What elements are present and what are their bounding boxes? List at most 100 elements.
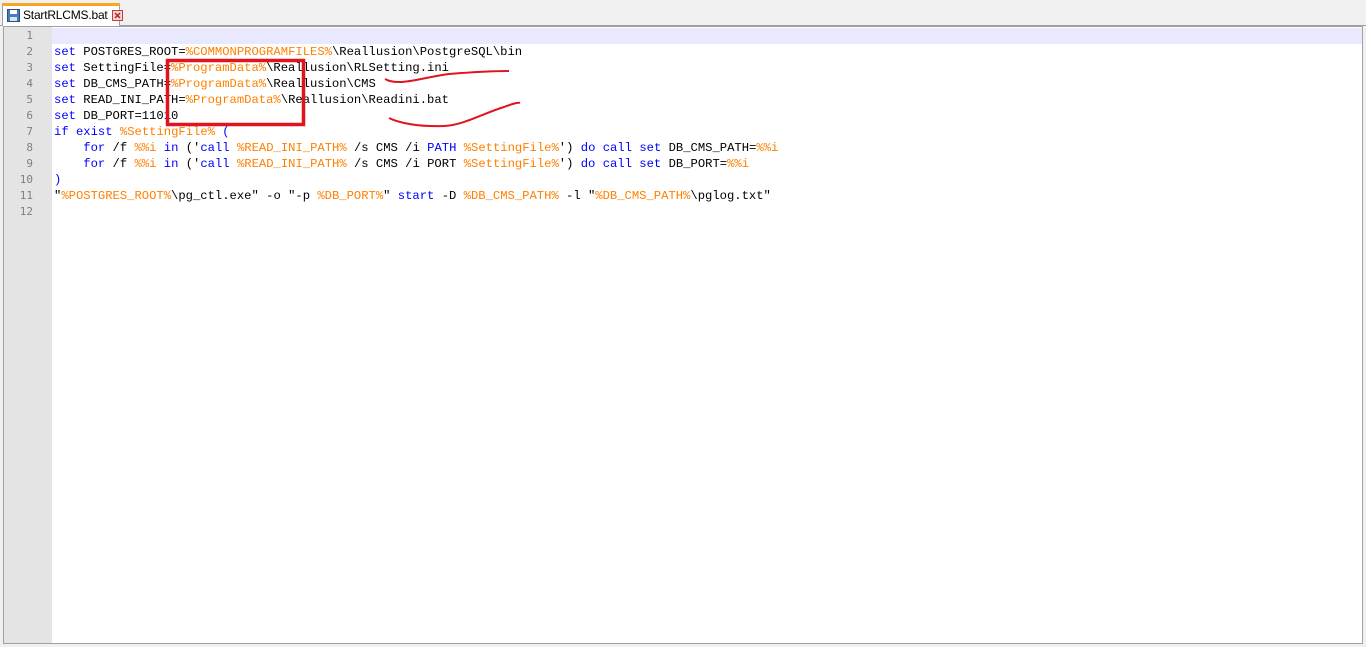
code-line[interactable]: set POSTGRES_ROOT=%COMMONPROGRAMFILES%\R…	[54, 44, 522, 60]
tab-title: StartRLCMS.bat	[23, 8, 108, 22]
code-text: \Reallusion\RLSetting.ini	[266, 61, 449, 75]
active-tab-indicator	[2, 3, 120, 6]
code-text: /s CMS /i PORT	[346, 157, 464, 171]
code-keyword: )	[54, 173, 62, 187]
code-keyword: (	[214, 125, 230, 139]
code-text: "	[383, 189, 398, 203]
line-number: 10	[19, 173, 33, 186]
code-line[interactable]: if exist %SettingFile% (	[54, 124, 230, 140]
code-text: ')	[558, 141, 581, 155]
code-variable: %%i	[756, 141, 779, 155]
code-variable: %%i	[134, 157, 157, 171]
code-text: -D	[434, 189, 464, 203]
code-variable: %%i	[134, 141, 157, 155]
code-line[interactable]: for /f %%i in ('call %READ_INI_PATH% /s …	[54, 140, 778, 156]
code-keyword: set	[639, 141, 662, 155]
line-number: 11	[19, 189, 33, 202]
line-number: 8	[26, 141, 33, 154]
code-keyword: call	[602, 141, 632, 155]
code-keyword: set	[54, 45, 76, 59]
code-text: -l "	[558, 189, 596, 203]
code-keyword: call	[602, 157, 632, 171]
code-text: DB_CMS_PATH=	[75, 77, 172, 91]
code-keyword: PATH	[427, 141, 457, 155]
code-line[interactable]: set READ_INI_PATH=%ProgramData%\Reallusi…	[54, 92, 449, 108]
code-text: READ_INI_PATH=	[75, 93, 186, 107]
tab-startrlcms[interactable]: StartRLCMS.bat	[2, 3, 123, 26]
code-variable: %SettingFile%	[463, 141, 559, 155]
code-line[interactable]: set SettingFile=%ProgramData%\Reallusion…	[54, 60, 449, 76]
code-line[interactable]: )	[54, 172, 61, 188]
code-variable: %READ_INI_PATH%	[236, 141, 347, 155]
code-keyword: set	[54, 109, 76, 123]
code-variable: %ProgramData%	[185, 93, 281, 107]
code-text: /f	[105, 141, 135, 155]
code-editor[interactable]: 1 2 3 4 5 6 7 8 9 10 11 12 set POSTGRES_ROOT=%COMMO…	[3, 26, 1363, 644]
code-keyword: set	[54, 61, 76, 75]
code-text: DB_PORT=11010	[75, 109, 179, 123]
code-text: \Reallusion\Readini.bat	[280, 93, 449, 107]
code-variable: %ProgramData%	[171, 61, 267, 75]
code-keyword: in	[163, 141, 179, 155]
line-number: 7	[26, 125, 33, 138]
line-number: 3	[26, 61, 33, 74]
floppy-save-icon	[7, 8, 20, 22]
code-text: SettingFile=	[75, 61, 172, 75]
code-keyword: set	[54, 93, 76, 107]
line-number: 1	[26, 29, 33, 42]
code-variable: %SettingFile%	[119, 125, 215, 139]
tab-bar: StartRLCMS.bat	[0, 0, 1366, 26]
code-keyword: if	[54, 125, 69, 139]
line-number-gutter: 1 2 3 4 5 6 7 8 9 10 11 12	[4, 27, 52, 643]
code-variable: %DB_CMS_PATH%	[463, 189, 559, 203]
code-text: /s CMS /i	[346, 141, 428, 155]
code-text: \pg_ctl.exe" -o "-p	[171, 189, 318, 203]
code-line[interactable]: set DB_CMS_PATH=%ProgramData%\Reallusion…	[54, 76, 376, 92]
code-text: /f	[105, 157, 135, 171]
code-text: \Reallusion\PostgreSQL\bin	[331, 45, 523, 59]
annotation-overlay	[165, 58, 521, 128]
code-keyword: set	[639, 157, 662, 171]
code-variable: %DB_PORT%	[317, 189, 384, 203]
code-variable: %READ_INI_PATH%	[236, 157, 347, 171]
code-keyword: for	[83, 157, 106, 171]
code-keyword: call	[200, 141, 230, 155]
code-variable: %COMMONPROGRAMFILES%	[185, 45, 332, 59]
code-variable: %%i	[727, 157, 750, 171]
code-keyword: set	[54, 77, 76, 91]
code-keyword: call	[200, 157, 230, 171]
line-number: 2	[26, 45, 33, 58]
code-text: \pglog.txt"	[690, 189, 771, 203]
line-number: 6	[26, 109, 33, 122]
line-number: 12	[19, 205, 33, 218]
code-variable: %ProgramData%	[171, 77, 267, 91]
code-variable: %DB_CMS_PATH%	[595, 189, 691, 203]
code-text: \Reallusion\CMS	[266, 77, 376, 91]
line-number: 5	[26, 93, 33, 106]
code-variable: %POSTGRES_ROOT%	[61, 189, 172, 203]
close-x-icon[interactable]	[111, 9, 123, 21]
code-line[interactable]: set DB_PORT=11010	[54, 108, 178, 124]
code-line[interactable]: " %POSTGRES_ROOT%\pg_ctl.exe" -o "-p %DB_…	[54, 188, 771, 204]
code-keyword: start	[397, 189, 435, 203]
code-text: POSTGRES_ROOT=	[75, 45, 186, 59]
line-number: 9	[26, 157, 33, 170]
code-keyword: for	[83, 141, 106, 155]
code-text: ('	[178, 157, 201, 171]
line-number: 4	[26, 77, 33, 90]
code-line[interactable]: for /f %%i in ('call %READ_INI_PATH% /s …	[54, 156, 749, 172]
code-text: ')	[558, 157, 581, 171]
code-keyword: do	[580, 141, 596, 155]
code-keyword: do	[580, 157, 596, 171]
code-keyword: exist	[75, 125, 113, 139]
code-text: DB_PORT=	[661, 157, 728, 171]
